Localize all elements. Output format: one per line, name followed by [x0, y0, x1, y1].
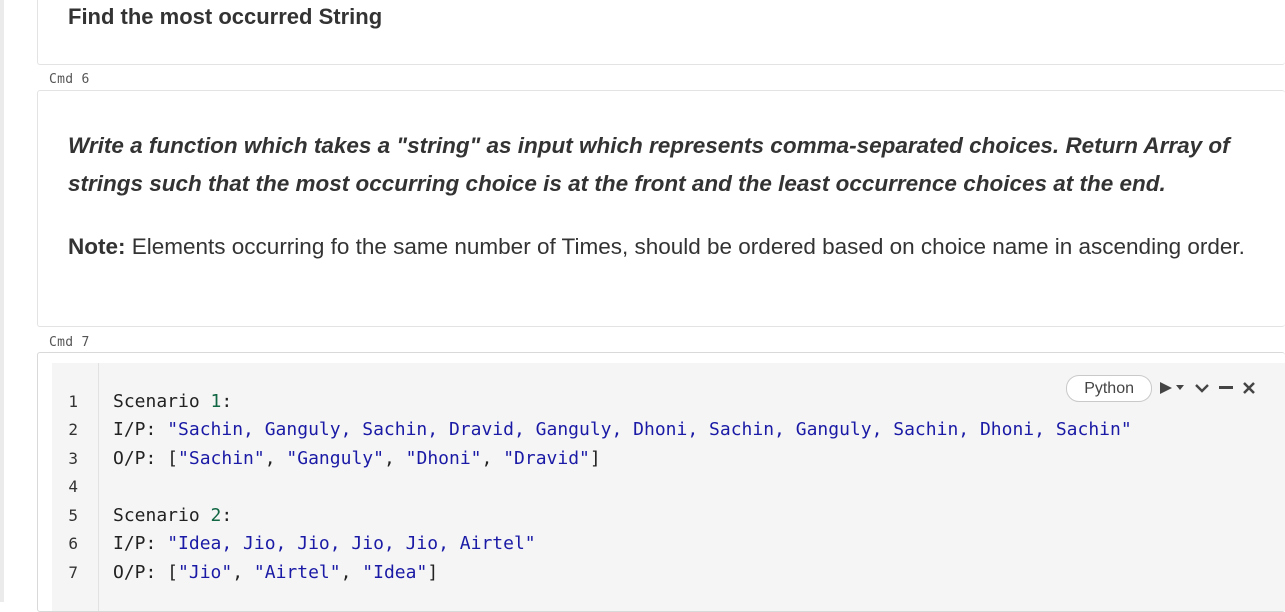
code-string: "Jio"	[178, 562, 233, 583]
line-number: 1	[68, 392, 78, 411]
language-badge[interactable]: Python	[1066, 374, 1152, 402]
code-text: :	[221, 391, 233, 412]
run-dropdown-icon[interactable]	[1176, 385, 1184, 391]
collapse-chevron-icon[interactable]	[1195, 383, 1209, 393]
note-label: Note:	[68, 234, 126, 259]
code-string: "Sachin"	[178, 448, 265, 469]
code-text: :	[221, 505, 233, 526]
notebook-left-rail	[0, 0, 4, 602]
cell-toolbar: Python	[1066, 374, 1255, 402]
code-line-7: O/P: ["Jio", "Airtel", "Idea"]	[113, 562, 439, 583]
code-string: "Sachin, Ganguly, Sachin, Dravid, Gangul…	[167, 419, 1132, 440]
line-number-gutter: 1 2 3 4 5 6 7	[52, 363, 99, 611]
code-text: O/P: [	[113, 448, 179, 469]
code-string: "Ganguly"	[286, 448, 384, 469]
code-text: ]	[589, 448, 601, 469]
code-text: I/P:	[113, 419, 168, 440]
line-number: 6	[68, 534, 78, 553]
code-string: "Dhoni"	[405, 448, 482, 469]
question-text: Write a function which takes a "string" …	[68, 133, 1230, 196]
line-number: 4	[68, 477, 78, 496]
code-text: I/P:	[113, 533, 168, 554]
run-icon[interactable]	[1159, 381, 1173, 395]
code-string: "Airtel"	[253, 562, 341, 583]
code-editor[interactable]: 1 2 3 4 5 6 7 Scenario 1: I/P: "Sachin, …	[52, 363, 1285, 611]
code-line-5: Scenario 2:	[113, 502, 232, 530]
code-line-3: O/P: ["Sachin", "Ganguly", "Dhoni", "Dra…	[113, 448, 601, 469]
code-string: "Dravid"	[503, 448, 590, 469]
cmd-6-label: Cmd 6	[49, 72, 90, 87]
line-number: 7	[68, 563, 78, 582]
code-line-2: I/P: "Sachin, Ganguly, Sachin, Dravid, G…	[113, 416, 1132, 444]
code-string: "Idea"	[362, 562, 428, 583]
cell-heading: Find the most occurred String	[68, 4, 383, 29]
code-text: Scenario	[113, 391, 211, 412]
code-cell[interactable]: 1 2 3 4 5 6 7 Scenario 1: I/P: "Sachin, …	[37, 352, 1285, 612]
cmd-7-label: Cmd 7	[49, 335, 90, 350]
code-text: ]	[427, 562, 439, 583]
code-text: O/P: [	[113, 562, 179, 583]
note-paragraph: Note: Elements occurring fo the same num…	[68, 228, 1268, 266]
code-text: Scenario	[113, 505, 211, 526]
line-number: 5	[68, 506, 78, 525]
code-number: 2	[210, 505, 222, 526]
code-line-1: Scenario 1:	[113, 388, 232, 416]
code-line-6: I/P: "Idea, Jio, Jio, Jio, Jio, Airtel"	[113, 530, 536, 558]
line-number: 3	[68, 449, 78, 468]
code-number: 1	[210, 391, 222, 412]
line-number: 2	[68, 420, 78, 439]
code-string: "Idea, Jio, Jio, Jio, Jio, Airtel"	[167, 533, 536, 554]
close-icon[interactable]	[1243, 382, 1255, 394]
note-text: Elements occurring fo the same number of…	[125, 234, 1245, 259]
minimize-icon[interactable]	[1219, 386, 1233, 390]
markdown-cell-question[interactable]: Write a function which takes a "string" …	[37, 90, 1285, 327]
markdown-cell-title[interactable]: Find the most occurred String	[37, 0, 1285, 65]
